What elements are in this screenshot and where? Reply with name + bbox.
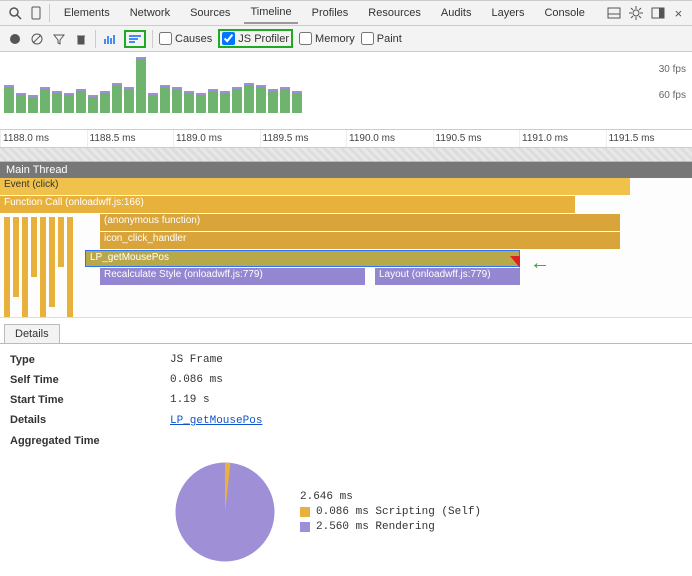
close-icon[interactable]: × <box>673 5 684 21</box>
start-time-label: Start Time <box>10 394 170 406</box>
details-label: Details <box>10 414 170 427</box>
view-flame-toggle[interactable] <box>124 30 146 48</box>
details-tab[interactable]: Details <box>4 324 60 343</box>
flame-anon[interactable]: (anonymous function) <box>100 214 620 231</box>
tab-console[interactable]: Console <box>538 3 590 23</box>
gear-icon[interactable] <box>629 5 643 21</box>
tab-network[interactable]: Network <box>124 3 176 23</box>
aggregated-time-label: Aggregated Time <box>10 435 170 447</box>
type-label: Type <box>10 354 170 366</box>
legend-scripting: 0.086 ms Scripting (Self) <box>300 506 481 518</box>
thread-header: Main Thread <box>0 162 692 178</box>
search-icon[interactable] <box>8 5 22 21</box>
device-icon[interactable] <box>30 5 41 21</box>
overview-pane[interactable]: 30 fps 60 fps <box>0 52 692 130</box>
type-value: JS Frame <box>170 354 223 366</box>
fps-30-label: 30 fps <box>659 64 686 75</box>
drawer-icon[interactable] <box>607 5 621 21</box>
annotation-arrow-icon: ← <box>530 252 550 275</box>
causes-checkbox[interactable]: Causes <box>159 32 212 45</box>
flame-getmousepos[interactable]: LP_getMousePos <box>85 250 520 267</box>
separator <box>95 30 96 48</box>
warning-icon <box>510 256 520 268</box>
details-link[interactable]: LP_getMousePos <box>170 415 262 427</box>
self-time-value: 0.086 ms <box>170 374 223 386</box>
tab-layers[interactable]: Layers <box>485 3 530 23</box>
tab-timeline[interactable]: Timeline <box>244 2 297 24</box>
tab-profiles[interactable]: Profiles <box>306 3 355 23</box>
garbage-icon[interactable] <box>73 31 89 47</box>
flame-event-click[interactable]: Event (click) <box>0 178 630 195</box>
filter-icon[interactable] <box>51 31 67 47</box>
details-pane: Details TypeJS Frame Self Time0.086 ms S… <box>0 324 692 573</box>
fps-60-label: 60 fps <box>659 90 686 101</box>
record-icon[interactable] <box>7 31 23 47</box>
flame-icon-click[interactable]: icon_click_handler <box>100 232 620 249</box>
self-time-label: Self Time <box>10 374 170 386</box>
aggregated-time-pie <box>170 457 280 567</box>
paint-checkbox[interactable]: Paint <box>361 32 402 45</box>
legend-total: 2.646 ms <box>300 491 481 503</box>
flame-layout[interactable]: Layout (onloadwff.js:779) <box>375 268 520 285</box>
overview-scrubber[interactable] <box>0 148 692 162</box>
separator <box>152 30 153 48</box>
tab-sources[interactable]: Sources <box>184 3 236 23</box>
devtools-top-toolbar: Elements Network Sources Timeline Profil… <box>0 0 692 26</box>
legend-rendering: 2.560 ms Rendering <box>300 521 481 533</box>
js-profiler-checkbox[interactable]: JS Profiler <box>222 32 289 45</box>
overview-bars <box>4 53 302 113</box>
flame-chart[interactable]: Event (click) Func…54) Function Call (on… <box>0 178 692 318</box>
timeline-toolbar: Causes JS Profiler Memory Paint <box>0 26 692 52</box>
tab-elements[interactable]: Elements <box>58 3 116 23</box>
pie-legend: 2.646 ms 0.086 ms Scripting (Self) 2.560… <box>300 488 481 536</box>
start-time-value: 1.19 s <box>170 394 210 406</box>
clear-icon[interactable] <box>29 31 45 47</box>
separator <box>49 4 50 22</box>
memory-checkbox[interactable]: Memory <box>299 32 355 45</box>
view-bars-icon[interactable] <box>102 31 118 47</box>
flame-recalc-style[interactable]: Recalculate Style (onloadwff.js:779) <box>100 268 365 285</box>
tab-audits[interactable]: Audits <box>435 3 478 23</box>
time-ruler: 1188.0 ms1188.5 ms1189.0 ms1189.5 ms 119… <box>0 130 692 148</box>
dock-icon[interactable] <box>651 5 665 21</box>
js-profiler-highlight: JS Profiler <box>218 29 293 48</box>
flame-function-call[interactable]: Function Call (onloadwff.js:166) <box>0 196 575 213</box>
tab-resources[interactable]: Resources <box>362 3 427 23</box>
